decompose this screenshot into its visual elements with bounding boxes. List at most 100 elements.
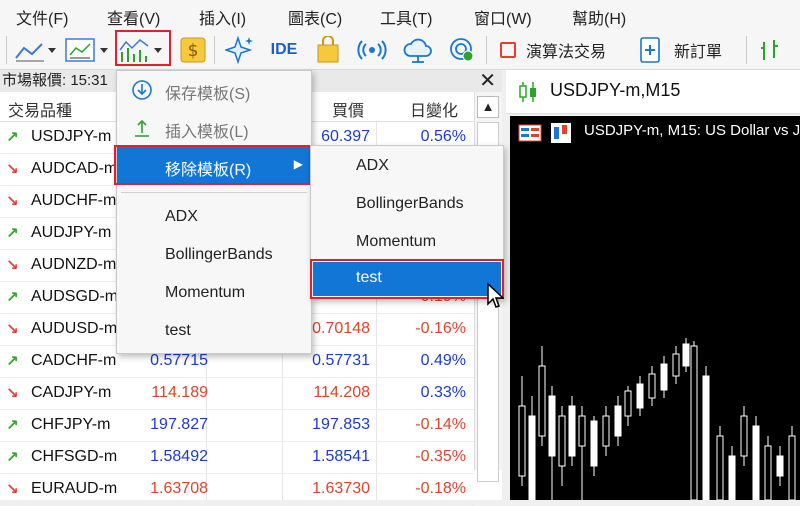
ide-button[interactable]: IDE <box>264 34 304 66</box>
up-arrow-icon: ↗ <box>6 129 19 146</box>
column-daily-change[interactable]: 日變化 <box>410 97 458 121</box>
shopping-bag-icon <box>317 36 339 63</box>
candlestick-series <box>518 338 796 500</box>
down-arrow-icon: ↘ <box>6 257 19 274</box>
template-item-bollinger[interactable]: BollingerBands <box>117 237 311 275</box>
bid-cell: 114.189 <box>151 384 208 401</box>
candle-body <box>548 395 556 457</box>
candle-body <box>528 415 536 500</box>
market-shop-button[interactable] <box>310 34 346 66</box>
signals-button[interactable] <box>354 34 390 66</box>
symbol-cell: CADJPY-m <box>31 384 112 401</box>
depth-of-market-button[interactable] <box>754 34 790 66</box>
toolbar: $ IDE 演算法交易 新訂單 <box>0 30 800 70</box>
candle-body <box>660 363 668 391</box>
candle-body <box>518 405 526 477</box>
candle-body <box>590 420 598 467</box>
candle-body <box>636 383 644 409</box>
candle-body <box>624 390 632 417</box>
menu-separator <box>121 192 307 193</box>
insert-template-label: 插入模板(L) <box>165 124 249 141</box>
menu-file[interactable]: 文件(F) <box>16 5 68 29</box>
menu-tools[interactable]: 工具(T) <box>380 5 432 29</box>
chart-tab[interactable]: USDJPY-m,M15 <box>506 70 800 114</box>
up-arrow-icon: ↗ <box>6 449 19 466</box>
stop-square-icon <box>500 42 516 58</box>
column-ask[interactable]: 買價 <box>332 97 364 121</box>
template-label: Momentum <box>165 284 246 301</box>
ask-cell: 0.70148 <box>312 320 370 337</box>
candle-body <box>728 455 736 500</box>
template-item-adx[interactable]: ADX <box>117 199 311 237</box>
submenu-label: Momentum <box>356 233 437 250</box>
cloud-icon <box>403 38 432 63</box>
new-order-label: 新訂單 <box>674 44 723 61</box>
broadcast-icon <box>357 40 387 60</box>
candle-body <box>672 353 680 377</box>
candle-body <box>578 415 586 447</box>
market-button[interactable]: $ <box>178 34 208 66</box>
save-template-item[interactable]: 保存模板(S) <box>117 71 311 109</box>
submenu-label: BollingerBands <box>356 195 464 212</box>
chart-display-button[interactable] <box>64 34 112 66</box>
submenu-item-adx[interactable]: ADX <box>311 148 503 186</box>
price-chart[interactable]: USDJPY-m, M15: US Dollar vs J <box>510 116 800 500</box>
line-chart-icon <box>15 43 56 62</box>
template-item-test[interactable]: test <box>117 313 311 351</box>
bid-cell: 1.63708 <box>150 480 208 497</box>
mouse-cursor-icon <box>487 282 504 308</box>
toolbar-separator <box>486 36 487 64</box>
change-cell: -0.18% <box>415 480 466 497</box>
down-arrow-icon: ↘ <box>6 385 19 402</box>
candle-body <box>716 435 724 500</box>
table-row[interactable]: ↘ EURAUD-m 1.63708 1.63730 -0.18% <box>0 474 474 506</box>
ask-cell: 60.397 <box>321 128 370 145</box>
menu-view[interactable]: 查看(V) <box>107 5 160 29</box>
bid-cell: 197.827 <box>150 416 208 433</box>
candle-body <box>776 455 784 477</box>
submenu-item-bollinger[interactable]: BollingerBands <box>311 186 503 224</box>
menu-charts[interactable]: 圖表(C) <box>288 5 342 29</box>
close-icon[interactable]: ✕ <box>479 70 496 92</box>
menu-window[interactable]: 窗口(W) <box>474 5 532 29</box>
upload-icon <box>135 119 149 137</box>
menu-bar: 文件(F) 查看(V) 插入(I) 圖表(C) 工具(T) 窗口(W) 幫助(H… <box>0 0 800 30</box>
table-row[interactable]: ↗ CHFJPY-m 197.827 197.853 -0.14% <box>0 410 474 442</box>
line-chart-type-button[interactable] <box>14 34 58 66</box>
table-row[interactable]: ↘ CADJPY-m 114.189 114.208 0.33% <box>0 378 474 410</box>
symbol-cell: AUDJPY-m <box>31 224 112 241</box>
change-cell: -0.14% <box>415 416 466 433</box>
new-order-button[interactable]: 新訂單 <box>638 34 738 66</box>
up-arrow-icon: ↗ <box>6 353 19 370</box>
symbol-cell: EURAUD-m <box>31 480 118 497</box>
ask-cell: 0.57731 <box>312 352 370 369</box>
toolbar-separator <box>214 36 215 64</box>
bars-icon <box>761 40 778 60</box>
column-symbol[interactable]: 交易品種 <box>8 97 72 121</box>
insert-template-item[interactable]: 插入模板(L) <box>117 109 311 147</box>
table-row[interactable]: ↗ CHFSGD-m 1.58492 1.58541 -0.35% <box>0 442 474 474</box>
new-order-icon <box>640 37 660 63</box>
template-item-momentum[interactable]: Momentum <box>117 275 311 313</box>
dollar-icon: $ <box>180 37 206 63</box>
menu-insert[interactable]: 插入(I) <box>199 5 246 29</box>
candle-body <box>788 435 796 500</box>
symbol-cell: CADCHF-m <box>31 352 117 369</box>
down-arrow-icon: ↘ <box>6 193 19 210</box>
template-label: ADX <box>165 208 198 225</box>
algo-trading-label: 演算法交易 <box>526 44 607 61</box>
candle-body <box>752 425 760 500</box>
vps-button[interactable] <box>398 34 438 66</box>
candle-body <box>702 375 710 500</box>
submenu-item-momentum[interactable]: Momentum <box>311 224 503 262</box>
ai-assistant-button[interactable] <box>222 34 258 66</box>
menu-help[interactable]: 幫助(H) <box>572 5 626 29</box>
template-label: test <box>165 322 191 339</box>
symbol-cell: AUDNZD-m <box>31 256 117 273</box>
candle-body <box>558 415 566 467</box>
community-button[interactable] <box>444 34 480 66</box>
algo-trading-button[interactable]: 演算法交易 <box>494 34 624 66</box>
candle-body <box>740 415 748 457</box>
scroll-up-icon[interactable]: ▲ <box>477 96 499 118</box>
candle-body <box>764 445 772 500</box>
